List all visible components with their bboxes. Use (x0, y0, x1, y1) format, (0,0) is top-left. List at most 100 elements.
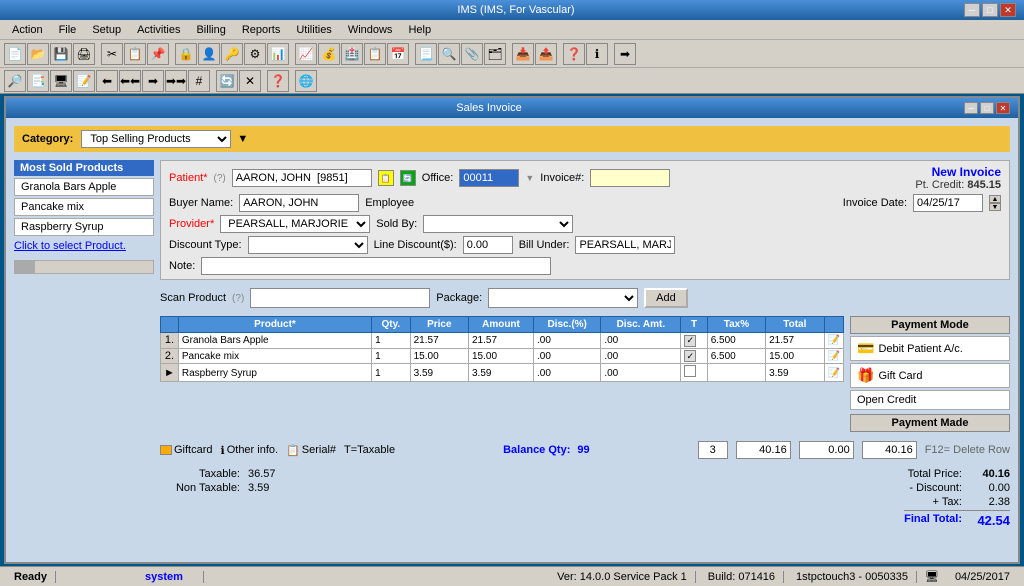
discount-total-input[interactable] (799, 441, 854, 459)
amount-total-input[interactable] (736, 441, 791, 459)
invoice-input[interactable] (590, 169, 670, 187)
tb-btn-15[interactable]: 📥 (512, 43, 534, 65)
menu-activities[interactable]: Activities (129, 22, 188, 38)
tb2-btn-8[interactable]: ➡➡ (165, 70, 187, 92)
bill-under-input[interactable] (575, 236, 675, 254)
taxable-check-3[interactable] (684, 365, 696, 377)
row-qty-3[interactable] (372, 364, 411, 382)
row-amount-3[interactable] (468, 364, 533, 382)
tb2-btn-3[interactable]: 🖥 (50, 70, 72, 92)
taxable-check-1[interactable]: ✓ (684, 335, 696, 347)
win-close[interactable]: ✕ (996, 102, 1010, 114)
gift-card-btn[interactable]: 🎁 Gift Card (850, 363, 1010, 388)
amount-input-1[interactable] (472, 335, 507, 346)
note-input[interactable] (201, 257, 551, 275)
edit-icon-2[interactable]: 📝 (828, 351, 840, 362)
row-tax-3[interactable] (707, 364, 765, 382)
row-total-2[interactable] (766, 348, 824, 364)
row-edit-1[interactable]: 📝 (824, 333, 843, 349)
arrow-btn[interactable]: ➡ (614, 43, 636, 65)
sold-by-select[interactable] (423, 215, 573, 233)
click-to-select-product[interactable]: Click to select Product. (14, 240, 154, 252)
total-total-input[interactable] (862, 441, 917, 459)
tax-input-3[interactable] (711, 368, 746, 379)
debit-patient-btn[interactable]: 💳 Debit Patient A/c. (850, 336, 1010, 361)
tb2-btn-4[interactable]: 📝 (73, 70, 95, 92)
row-disc-pct-3[interactable] (534, 364, 601, 382)
tb-btn-6[interactable]: 📈 (295, 43, 317, 65)
office-dropdown[interactable]: ▼ (525, 173, 534, 183)
date-up[interactable]: ▲ (989, 195, 1001, 203)
row-disc-amt-3[interactable] (601, 364, 681, 382)
date-down[interactable]: ▼ (989, 203, 1001, 211)
row-product-1[interactable] (178, 333, 371, 349)
row-price-2[interactable] (410, 348, 468, 364)
menu-setup[interactable]: Setup (84, 22, 129, 38)
tb-btn-11[interactable]: 📃 (415, 43, 437, 65)
row-disc-pct-1[interactable] (534, 333, 601, 349)
edit-icon-1[interactable]: 📝 (828, 335, 840, 346)
row-disc-amt-1[interactable] (601, 333, 681, 349)
amount-input-2[interactable] (472, 351, 507, 362)
info-btn[interactable]: ℹ (586, 43, 608, 65)
cut-btn[interactable]: ✂ (101, 43, 123, 65)
row-product-2[interactable] (178, 348, 371, 364)
left-panel-item-1[interactable]: Pancake mix (14, 198, 154, 216)
row-price-1[interactable] (410, 333, 468, 349)
row-disc-pct-2[interactable] (534, 348, 601, 364)
menu-file[interactable]: File (51, 22, 85, 38)
tb2-btn-2[interactable]: 📑 (27, 70, 49, 92)
package-select[interactable] (488, 288, 638, 308)
office-input[interactable] (459, 169, 519, 187)
open-credit-btn[interactable]: Open Credit (850, 390, 1010, 410)
patient-green-btn[interactable]: 🔄 (400, 170, 416, 186)
price-input-2[interactable] (414, 351, 449, 362)
qty-input-3[interactable] (375, 368, 395, 379)
tax-input-1[interactable] (711, 335, 746, 346)
patient-input[interactable] (232, 169, 372, 187)
line-discount-input[interactable] (463, 236, 513, 254)
tb-btn-4[interactable]: ⚙ (244, 43, 266, 65)
tb-btn-12[interactable]: 🔍 (438, 43, 460, 65)
taxable-check-2[interactable]: ✓ (684, 350, 696, 362)
tax-input-2[interactable] (711, 351, 746, 362)
qty-input-1[interactable] (375, 335, 395, 346)
close-button[interactable]: ✕ (1000, 3, 1016, 17)
discount-type-select[interactable] (248, 236, 368, 254)
print-btn[interactable]: 🖨 (73, 43, 95, 65)
maximize-button[interactable]: □ (982, 3, 998, 17)
row-t-1[interactable]: ✓ (681, 333, 707, 349)
left-panel-scrollbar[interactable] (14, 260, 154, 274)
disc-pct-input-2[interactable] (537, 351, 567, 362)
price-input-1[interactable] (414, 335, 449, 346)
tb-btn-8[interactable]: 🏥 (341, 43, 363, 65)
row-disc-amt-2[interactable] (601, 348, 681, 364)
menu-billing[interactable]: Billing (188, 22, 233, 38)
product-input-2[interactable] (182, 351, 368, 362)
qty-total-input[interactable] (698, 441, 728, 459)
row-tax-2[interactable] (707, 348, 765, 364)
row-total-3[interactable] (766, 364, 824, 382)
row-edit-3[interactable]: 📝 (824, 364, 843, 382)
provider-select[interactable]: PEARSALL, MARJORIE (220, 215, 370, 233)
tb2-question[interactable]: ❓ (267, 70, 289, 92)
left-panel-item-0[interactable]: Granola Bars Apple (14, 178, 154, 196)
tb-btn-5[interactable]: 📊 (267, 43, 289, 65)
row-product-3[interactable] (178, 364, 371, 382)
qty-input-2[interactable] (375, 351, 395, 362)
row-total-1[interactable] (766, 333, 824, 349)
row-qty-1[interactable] (372, 333, 411, 349)
tb-btn-7[interactable]: 💰 (318, 43, 340, 65)
scan-input[interactable] (250, 288, 430, 308)
win-maximize[interactable]: □ (980, 102, 994, 114)
row-price-3[interactable] (410, 364, 468, 382)
tb-btn-2[interactable]: 👤 (198, 43, 220, 65)
copy-btn[interactable]: 📋 (124, 43, 146, 65)
tb2-btn-6[interactable]: ⬅⬅ (119, 70, 141, 92)
tb-btn-16[interactable]: 📤 (535, 43, 557, 65)
tb-btn-13[interactable]: 📎 (461, 43, 483, 65)
amount-input-3[interactable] (472, 368, 507, 379)
paste-btn[interactable]: 📌 (147, 43, 169, 65)
menu-utilities[interactable]: Utilities (288, 22, 339, 38)
menu-windows[interactable]: Windows (340, 22, 401, 38)
